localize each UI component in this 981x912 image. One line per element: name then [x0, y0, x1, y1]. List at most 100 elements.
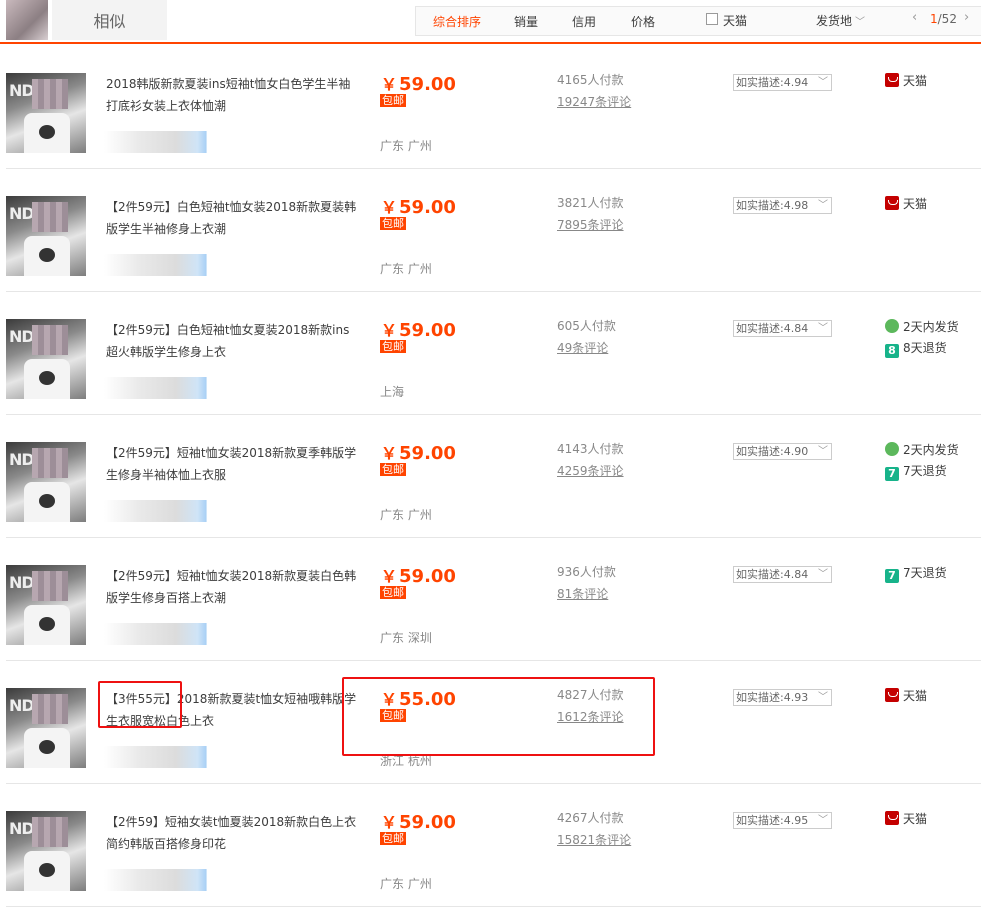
product-image[interactable]: NDA: [6, 688, 86, 768]
product-price: ￥ 59.00: [381, 197, 456, 218]
chevron-down-icon: ﹀: [818, 815, 828, 826]
product-title[interactable]: 【2件59元】白色短袖t恤女夏装2018新款ins超火韩版学生修身上衣: [106, 319, 358, 363]
free-shipping-badge: 包邮: [380, 94, 406, 107]
product-title[interactable]: 【2件59元】白色短袖t恤女装2018新款夏装韩版学生半袖修身上衣潮: [106, 196, 358, 240]
chevron-down-icon: ﹀: [818, 692, 828, 703]
shop-name-blurred[interactable]: [104, 746, 224, 768]
free-shipping-badge: 包邮: [380, 217, 406, 230]
return-icon: 7: [885, 569, 899, 583]
tmall-icon: [885, 688, 899, 702]
rating-dropdown[interactable]: 如实描述:4.84 ﹀: [733, 566, 832, 583]
service-badge[interactable]: 天猫: [885, 72, 927, 89]
tmall-icon: [885, 811, 899, 825]
product-row[interactable]: NDA 2018韩版新款夏装ins短袖t恤女白色学生半袖打底衫女装上衣体恤潮 ￥…: [6, 45, 981, 169]
shop-name-blurred[interactable]: [104, 869, 224, 891]
chevron-down-icon: ﹀: [818, 323, 828, 334]
sort-price[interactable]: 价格: [631, 13, 655, 30]
ship-location: 上海: [380, 385, 405, 399]
sales-count: 936人付款: [557, 565, 616, 579]
ship-from-dropdown[interactable]: 发货地 ﹀: [816, 12, 865, 29]
product-image[interactable]: NDA: [6, 196, 86, 276]
rating-dropdown[interactable]: 如实描述:4.94 ﹀: [733, 74, 832, 91]
shop-name-blurred[interactable]: [104, 623, 224, 645]
ship-location: 广东 广州: [380, 508, 432, 522]
sort-bar: 综合排序 销量 信用 价格 天猫 发货地 ﹀ ‹ 1/52 ›: [415, 6, 981, 36]
shop-name-blurred[interactable]: [104, 377, 224, 399]
tab-similar[interactable]: 相似: [52, 0, 167, 40]
highlight-box-price-sales: [342, 677, 655, 756]
rating-dropdown[interactable]: 如实描述:4.95 ﹀: [733, 812, 832, 829]
product-image[interactable]: NDA: [6, 442, 86, 522]
product-image[interactable]: NDA: [6, 811, 86, 891]
shop-name-blurred[interactable]: [104, 131, 224, 153]
sales-count: 605人付款: [557, 319, 616, 333]
ship-location: 广东 广州: [380, 262, 432, 276]
comments-link[interactable]: 81条评论: [557, 585, 608, 602]
shop-name-blurred[interactable]: [104, 500, 224, 522]
free-shipping-badge: 包邮: [380, 832, 406, 845]
free-shipping-badge: 包邮: [380, 463, 406, 476]
clock-icon: [885, 442, 899, 456]
sales-count: 3821人付款: [557, 196, 624, 210]
query-image-thumbnail[interactable]: [6, 0, 48, 40]
product-image[interactable]: NDA: [6, 565, 86, 645]
chevron-down-icon: ﹀: [818, 77, 828, 88]
chevron-down-icon: ﹀: [855, 17, 866, 28]
tmall-filter-checkbox[interactable]: [706, 13, 718, 25]
sales-count: 4267人付款: [557, 811, 624, 825]
service-badge[interactable]: 8 8天退货: [885, 339, 947, 358]
product-row[interactable]: NDA 【2件59元】短袖t恤女装2018新款夏季韩版学生修身半袖体恤上衣服 ￥…: [6, 414, 981, 538]
service-badge[interactable]: 7 7天退货: [885, 462, 947, 481]
ship-location: 广东 广州: [380, 877, 432, 891]
top-bar: 相似 综合排序 销量 信用 价格 天猫 发货地 ﹀ ‹ 1/52 ›: [0, 0, 981, 44]
service-badge[interactable]: 天猫: [885, 810, 927, 827]
sales-count: 4143人付款: [557, 442, 624, 456]
rating-dropdown[interactable]: 如实描述:4.93 ﹀: [733, 689, 832, 706]
clock-icon: [885, 319, 899, 333]
product-row[interactable]: NDA 【2件59】短袖女装t恤夏装2018新款白色上衣简约韩版百搭修身印花 ￥…: [6, 783, 981, 907]
product-price: ￥ 59.00: [381, 812, 456, 833]
comments-link[interactable]: 49条评论: [557, 339, 608, 356]
comments-link[interactable]: 15821条评论: [557, 831, 631, 848]
product-title[interactable]: 【2件59】短袖女装t恤夏装2018新款白色上衣简约韩版百搭修身印花: [106, 811, 358, 855]
product-image[interactable]: NDA: [6, 319, 86, 399]
free-shipping-badge: 包邮: [380, 586, 406, 599]
tmall-filter-label[interactable]: 天猫: [723, 12, 747, 29]
service-badge[interactable]: 天猫: [885, 687, 927, 704]
product-row[interactable]: NDA 【2件59元】白色短袖t恤女夏装2018新款ins超火韩版学生修身上衣 …: [6, 291, 981, 415]
chevron-down-icon: ﹀: [818, 446, 828, 457]
accent-divider: [0, 42, 981, 44]
service-badge[interactable]: 2天内发货: [885, 318, 959, 335]
product-title[interactable]: 【2件59元】短袖t恤女装2018新款夏季韩版学生修身半袖体恤上衣服: [106, 442, 358, 486]
tmall-icon: [885, 73, 899, 87]
service-badge[interactable]: 7 7天退货: [885, 564, 947, 583]
product-price: ￥ 59.00: [381, 320, 456, 341]
rating-dropdown[interactable]: 如实描述:4.90 ﹀: [733, 443, 832, 460]
comments-link[interactable]: 4259条评论: [557, 462, 624, 479]
product-title[interactable]: 2018韩版新款夏装ins短袖t恤女白色学生半袖打底衫女装上衣体恤潮: [106, 73, 358, 117]
sort-comprehensive[interactable]: 综合排序: [433, 13, 481, 30]
product-title[interactable]: 【2件59元】短袖t恤女装2018新款夏装白色韩版学生修身百搭上衣潮: [106, 565, 358, 609]
sort-credit[interactable]: 信用: [572, 13, 596, 30]
next-page-icon[interactable]: ›: [964, 10, 969, 25]
product-price: ￥ 59.00: [381, 566, 456, 587]
comments-link[interactable]: 7895条评论: [557, 216, 624, 233]
product-price: ￥ 59.00: [381, 443, 456, 464]
product-price: ￥ 59.00: [381, 74, 456, 95]
shop-name-blurred[interactable]: [104, 254, 224, 276]
product-row[interactable]: NDA 【2件59元】白色短袖t恤女装2018新款夏装韩版学生半袖修身上衣潮 ￥…: [6, 168, 981, 292]
product-row[interactable]: NDA 【2件59元】短袖t恤女装2018新款夏装白色韩版学生修身百搭上衣潮 ￥…: [6, 537, 981, 661]
chevron-down-icon: ﹀: [818, 569, 828, 580]
comments-link[interactable]: 19247条评论: [557, 93, 631, 110]
ship-location: 广东 深圳: [380, 631, 432, 645]
product-image[interactable]: NDA: [6, 73, 86, 153]
prev-page-icon[interactable]: ‹: [912, 10, 917, 25]
sales-count: 4165人付款: [557, 73, 624, 87]
rating-dropdown[interactable]: 如实描述:4.84 ﹀: [733, 320, 832, 337]
rating-dropdown[interactable]: 如实描述:4.98 ﹀: [733, 197, 832, 214]
service-badge[interactable]: 2天内发货: [885, 441, 959, 458]
sort-sales[interactable]: 销量: [514, 13, 538, 30]
service-badge[interactable]: 天猫: [885, 195, 927, 212]
chevron-down-icon: ﹀: [818, 200, 828, 211]
ship-location: 广东 广州: [380, 139, 432, 153]
